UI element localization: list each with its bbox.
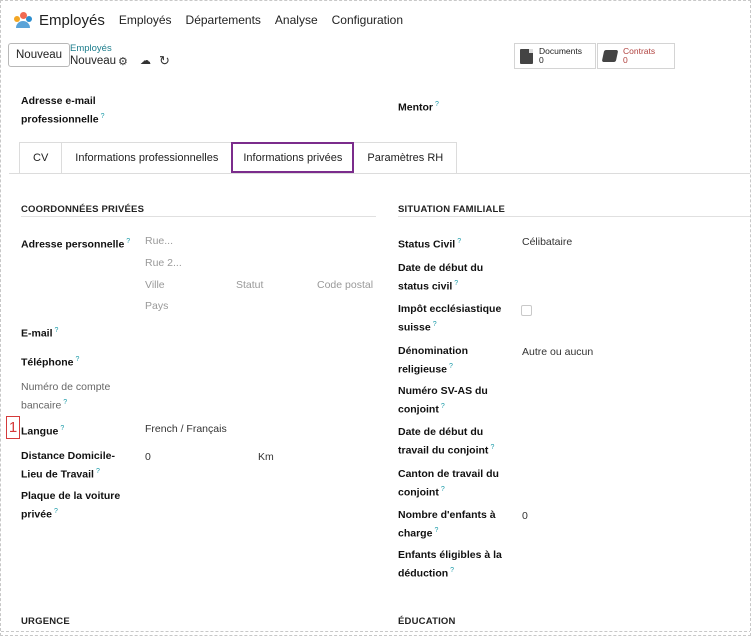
help-icon[interactable]: ? [435,101,439,108]
contracts-smart-button[interactable]: Contrats 0 [597,43,675,69]
marital-date-label: Date de début du status civil? [398,262,484,293]
cloud-upload-icon[interactable]: ☁ [140,54,151,67]
page-cut-line [1,631,750,632]
gear-icon[interactable]: ⚙ [118,55,128,68]
menu-reporting[interactable]: Analyse [275,13,318,27]
emergency-title: URGENCE [21,616,70,627]
km-unit: Km [258,451,274,463]
country-select[interactable]: Pays [145,299,168,314]
marital-status-select[interactable]: Célibataire [522,235,572,250]
street-input[interactable]: Rue... [145,234,173,249]
app-frame: Employés Employés Départements Analyse C… [0,0,751,636]
menu-departments[interactable]: Départements [186,13,261,27]
city-input[interactable]: Ville [145,278,165,293]
help-icon[interactable]: ? [96,468,100,475]
book-icon [601,50,619,62]
church-tax-checkbox[interactable] [521,305,532,316]
religion-select[interactable]: Autre ou aucun [522,345,593,360]
private-contact-title: COORDONNÉES PRIVÉES [21,204,145,215]
tab-private-information[interactable]: Informations privées [231,142,355,173]
spouse-avs-label: Numéro SV-AS du conjoint? [398,385,488,416]
street2-input[interactable]: Rue 2... [145,256,182,271]
language-label: Langue? [21,425,65,438]
zip-input[interactable]: Code postal [317,278,373,293]
bank-account-label: Numéro de compte bancaire? [21,381,111,412]
help-icon[interactable]: ? [55,327,59,334]
km-home-work-input[interactable]: 0 [145,450,151,465]
tab-hr-settings[interactable]: Paramètres RH [353,142,458,173]
breadcrumb-current: Nouveau [70,55,117,67]
help-icon[interactable]: ? [441,486,445,493]
help-icon[interactable]: ? [54,508,58,515]
private-phone-label: Téléphone? [21,356,80,369]
church-tax-label: Impôt ecclésiastique suisse? [398,303,502,334]
help-icon[interactable]: ? [454,280,458,287]
help-icon[interactable]: ? [63,399,67,406]
tab-work-information[interactable]: Informations professionnelles [61,142,233,173]
app-name[interactable]: Employés [39,12,105,29]
control-panel: Nouveau Employés Nouveau ⚙ ☁ ↻ Documents… [1,39,750,75]
private-email-label: E-mail? [21,327,59,340]
section-divider [398,216,750,217]
km-home-work-label: Distance Domicile- Lieu de Travail? [21,450,115,481]
children-count-label: Nombre d'enfants à charge? [398,509,496,540]
religion-label: Dénomination religieuse? [398,345,468,376]
employees-app-icon[interactable] [13,12,33,28]
help-icon[interactable]: ? [126,238,130,245]
family-status-title: SITUATION FAMILIALE [398,204,506,215]
work-email-label: Adresse e-mail professionnelle? [21,95,105,126]
help-icon[interactable]: ? [101,113,105,120]
top-navbar: Employés Employés Départements Analyse C… [1,1,750,39]
new-button[interactable]: Nouveau [8,43,71,67]
children-count-input[interactable]: 0 [522,509,528,524]
menu-configuration[interactable]: Configuration [332,13,403,27]
private-car-plate-label: Plaque de la voiture privée? [21,490,121,521]
spouse-canton-label: Canton de travail du conjoint? [398,468,499,499]
document-icon [520,48,533,64]
marital-status-label: Status Civil? [398,238,462,251]
help-icon[interactable]: ? [76,356,80,363]
help-icon[interactable]: ? [490,444,494,451]
help-icon[interactable]: ? [449,363,453,370]
tab-cv[interactable]: CV [19,142,63,173]
tabs-divider [9,173,750,174]
language-select[interactable]: French / Français [145,422,227,437]
help-icon[interactable]: ? [441,403,445,410]
form-tabs: CV Informations professionnelles Informa… [19,142,458,173]
help-icon[interactable]: ? [457,238,461,245]
documents-count: 0 [539,55,544,65]
state-select[interactable]: Statut [236,278,263,293]
documents-smart-button[interactable]: Documents 0 [514,43,596,69]
help-icon[interactable]: ? [60,425,64,432]
education-title: ÉDUCATION [398,616,456,627]
eligible-children-label: Enfants éligibles à la déduction? [398,549,502,580]
help-icon[interactable]: ? [434,527,438,534]
help-icon[interactable]: ? [450,567,454,574]
menu-employees[interactable]: Employés [119,13,172,27]
annotation-marker: 1 [6,416,20,439]
undo-icon[interactable]: ↻ [159,53,170,69]
help-icon[interactable]: ? [433,321,437,328]
home-address-label: Adresse personnelle? [21,238,131,251]
breadcrumb-parent[interactable]: Employés [70,43,112,54]
spouse-work-start-label: Date de début du travail du conjoint? [398,426,495,457]
contracts-count: 0 [623,55,628,65]
documents-label: Documents [539,46,582,56]
mentor-label: Mentor? [398,101,439,114]
section-divider [21,216,376,217]
